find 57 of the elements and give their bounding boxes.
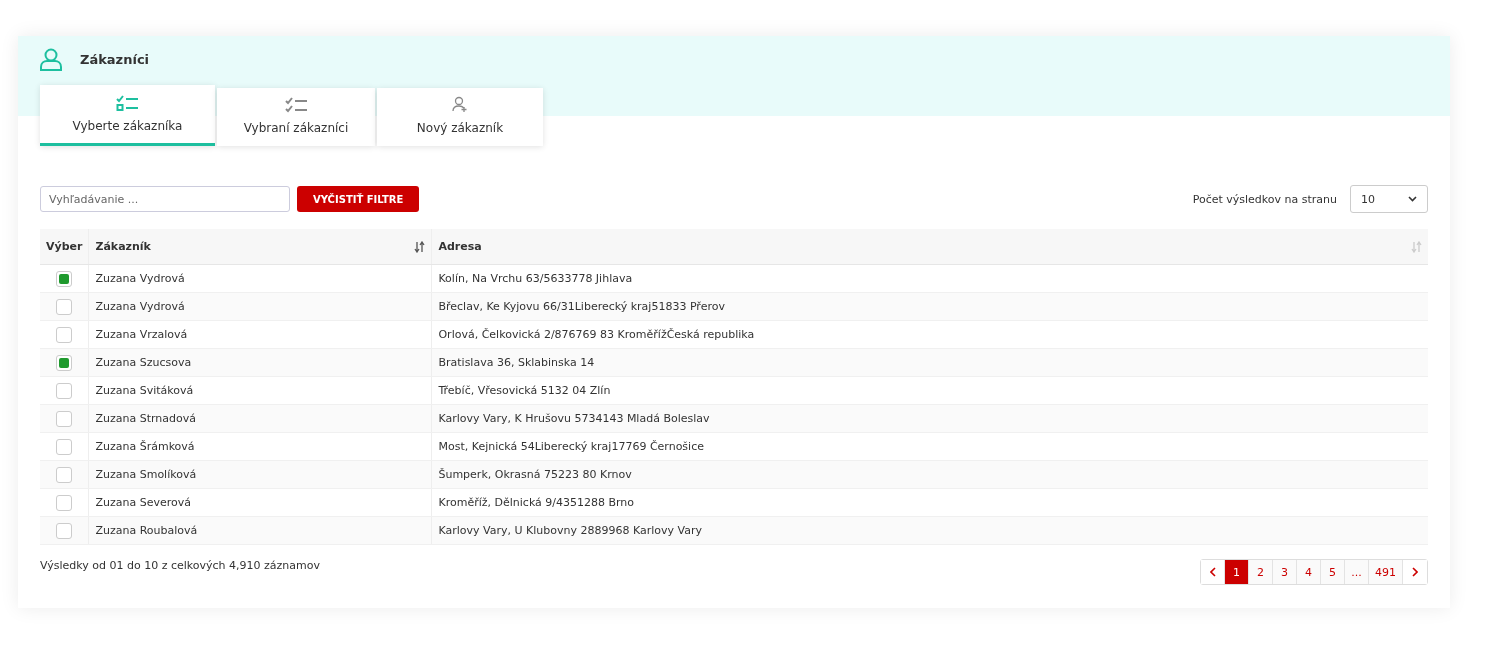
checkbox[interactable] xyxy=(56,438,73,455)
table-cell: Zuzana Szucsova xyxy=(88,348,432,377)
user-icon xyxy=(40,47,62,71)
chevron-down-icon xyxy=(1408,196,1417,202)
clear-filters-button[interactable]: VYČISTIŤ FILTRE xyxy=(297,186,420,212)
table-cell: Kroměříž, Dělnická 9/4351288 Brno xyxy=(431,488,1428,517)
table-cell: Zuzana Strnadová xyxy=(88,404,432,433)
page-button[interactable]: 2 xyxy=(1249,560,1273,584)
table-cell: Šumperk, Okrasná 75223 80 Krnov xyxy=(431,460,1428,489)
table-cell: Karlovy Vary, K Hrušovu 5734143 Mladá Boleslav xyxy=(431,404,1428,433)
table-cell: Břeclav, Ke Kyjovu 66/31Liberecký kraj51833 Přerov xyxy=(431,292,1428,321)
page-button[interactable]: 4 xyxy=(1297,560,1321,584)
tab[interactable]: Nový zákazník xyxy=(377,88,543,146)
chevron-right-icon xyxy=(1412,567,1418,577)
checkbox[interactable] xyxy=(56,382,73,399)
table-cell: Zuzana Smolíková xyxy=(88,460,432,489)
page-button[interactable]: 1 xyxy=(1225,560,1249,584)
user-add-icon xyxy=(452,96,468,113)
column-header: Zákazník xyxy=(95,240,151,253)
checkbox[interactable] xyxy=(56,410,73,427)
page-size-select[interactable]: 10 xyxy=(1350,185,1428,213)
page-button[interactable]: 491 xyxy=(1369,560,1403,584)
table-cell: Karlovy Vary, U Klubovny 2889968 Karlovy Vary xyxy=(431,516,1428,545)
chevron-left-icon xyxy=(1209,567,1216,577)
page-size-label: Počet výsledkov na stranu xyxy=(1192,192,1337,206)
previous-page-button[interactable] xyxy=(1201,560,1225,584)
table-cell: Zuzana Svitáková xyxy=(88,376,432,405)
column-header: Výber xyxy=(46,240,83,253)
page-title: Zákazníci xyxy=(80,51,150,67)
page-button[interactable]: ... xyxy=(1345,560,1369,584)
results-summary: Výsledky od 01 do 10 z celkových 4,910 záznamov xyxy=(40,559,320,572)
search-field[interactable]: Vyhľadávanie ... xyxy=(40,186,290,212)
checkbox[interactable] xyxy=(56,494,73,511)
table-cell: Třebíč, Vřesovická 5132 04 Zlín xyxy=(431,376,1428,405)
table-cell: Zuzana Roubalová xyxy=(88,516,432,545)
tab[interactable]: Vyberte zákazníka xyxy=(40,85,215,146)
table-cell: Bratislava 36, Sklabinska 14 xyxy=(431,348,1428,377)
table-cell: Zuzana Vydrová xyxy=(88,264,432,293)
checkbox[interactable] xyxy=(56,270,73,287)
checkbox[interactable] xyxy=(56,354,73,371)
checklist-icon xyxy=(284,96,308,113)
table-cell: Kolín, Na Vrchu 63/5633778 Jihlava xyxy=(431,264,1428,293)
table-cell: Zuzana Šrámková xyxy=(88,432,432,461)
tab[interactable]: Vybraní zákazníci xyxy=(217,88,375,146)
table-cell: Zuzana Vrzalová xyxy=(88,320,432,349)
page-button[interactable]: 3 xyxy=(1273,560,1297,584)
checklist-icon xyxy=(116,95,139,111)
checkbox[interactable] xyxy=(56,522,73,539)
table-cell: Most, Kejnická 54Liberecký kraj17769 Černošice xyxy=(431,432,1428,461)
table-cell: Zuzana Vydrová xyxy=(88,292,432,321)
page-button[interactable]: 5 xyxy=(1321,560,1345,584)
column-header: Adresa xyxy=(438,240,482,253)
checkbox[interactable] xyxy=(56,466,73,483)
table-cell: Orlová, Čelkovická 2/876769 83 KroměřížČeská republika xyxy=(431,320,1428,349)
checkbox[interactable] xyxy=(56,326,73,343)
checkbox[interactable] xyxy=(56,298,73,315)
table-cell: Zuzana Severová xyxy=(88,488,432,517)
